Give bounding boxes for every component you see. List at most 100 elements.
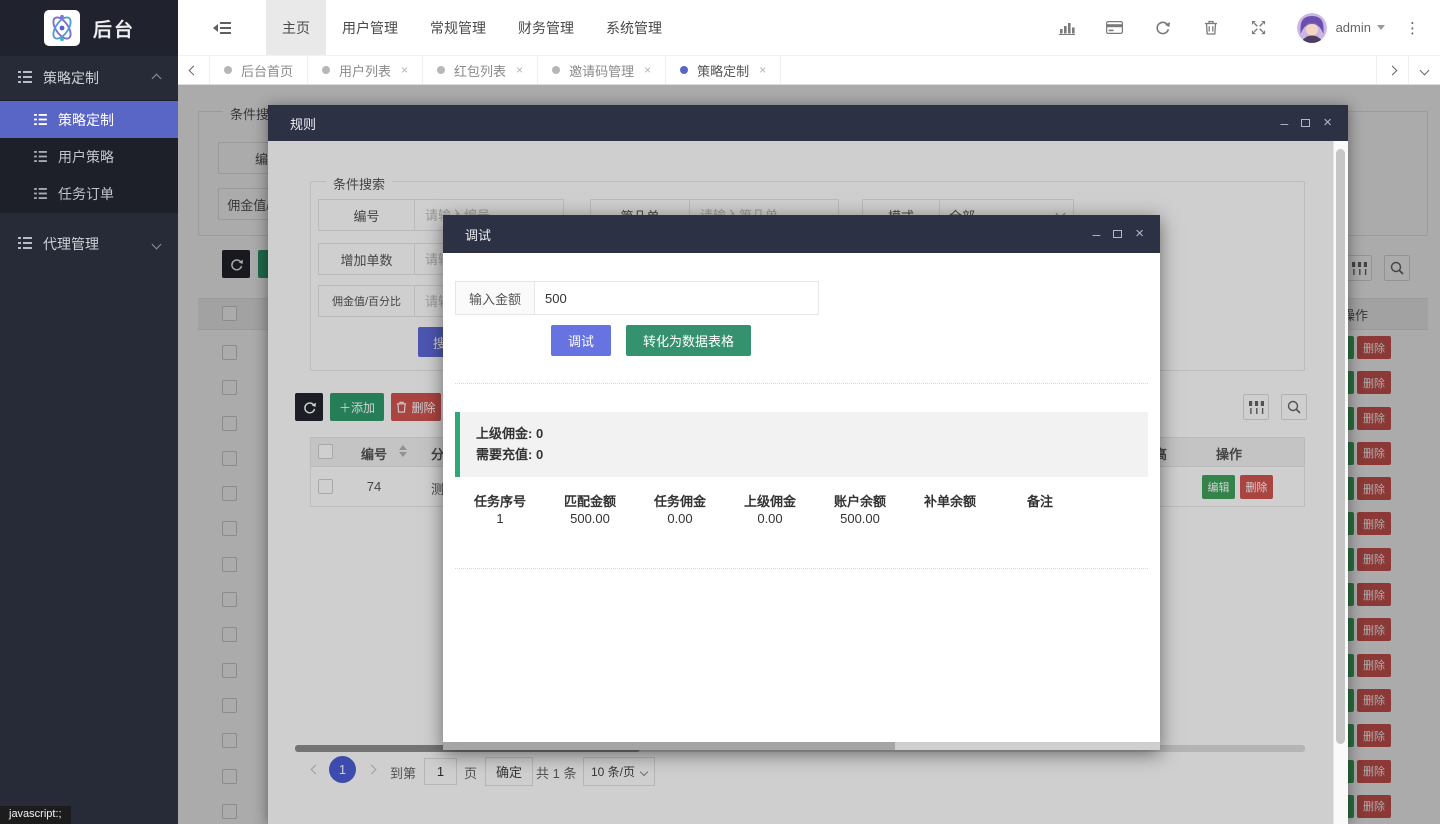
result-parent-commission: 上级佣金: 0 <box>476 423 1132 444</box>
screen: 后台 策略定制 策略定制 用户策略 任务订单 代理管理 <box>0 0 1440 824</box>
vertical-scrollbar[interactable] <box>1333 141 1348 824</box>
card-icon[interactable] <box>1091 21 1139 34</box>
debug-modal: 调试 – × 输入金额 调试 转化为数据表格 上级佣金: 0 需要充值: 0 任… <box>443 215 1160 750</box>
close-icon[interactable]: × <box>1323 117 1332 129</box>
list-icon <box>18 70 32 86</box>
tab-dot <box>437 66 445 74</box>
tab-bar: 后台首页 用户列表× 红包列表× 邀请码管理× 策略定制× <box>178 56 1440 85</box>
minimize-icon[interactable]: – <box>1092 229 1100 239</box>
rule-modal-titlebar[interactable]: 规则 – × <box>268 105 1348 141</box>
scrollbar-thumb[interactable] <box>443 742 895 750</box>
tabs-dropdown-button[interactable] <box>1408 56 1440 84</box>
refresh-icon[interactable] <box>1139 20 1187 35</box>
sidebar-collapse-button[interactable] <box>178 0 266 55</box>
tab-strategy-custom[interactable]: 策略定制× <box>666 56 781 84</box>
tab-user-list[interactable]: 用户列表× <box>308 56 423 84</box>
close-icon[interactable]: × <box>516 63 523 77</box>
debug-table-header-cell: 任务序号 <box>455 491 545 510</box>
list-icon <box>34 186 47 202</box>
sidebar-item-user-strategy[interactable]: 用户策略 <box>0 138 178 175</box>
sidebar-group-label: 代理管理 <box>43 234 99 254</box>
sidebar-group-strategy[interactable]: 策略定制 <box>0 56 178 100</box>
sidebar-item-label: 任务订单 <box>58 184 114 204</box>
minimize-icon[interactable]: – <box>1280 118 1288 128</box>
app-logo[interactable]: 后台 <box>0 0 178 56</box>
result-recharge-needed: 需要充值: 0 <box>476 444 1132 465</box>
convert-to-table-button[interactable]: 转化为数据表格 <box>626 325 751 356</box>
debug-table-header-cell: 上级佣金 <box>725 491 815 510</box>
debug-modal-titlebar[interactable]: 调试 – × <box>443 215 1160 253</box>
list-icon <box>34 112 47 128</box>
debug-table-cell: 1 <box>455 511 545 526</box>
app-title: 后台 <box>93 15 135 42</box>
rule-modal-title: 规则 <box>290 114 316 133</box>
sidebar-submenu: 策略定制 用户策略 任务订单 <box>0 100 178 213</box>
debug-table-cell <box>995 511 1085 526</box>
debug-table-header-row: 任务序号匹配金额任务佣金上级佣金账户余额补单余额备注 <box>455 491 1085 510</box>
amount-label: 输入金额 <box>455 281 535 315</box>
debug-table-data-row: 1500.000.000.00500.00 <box>455 511 1085 526</box>
debug-modal-title: 调试 <box>465 225 491 244</box>
username: admin <box>1336 20 1371 35</box>
top-navbar: 主页 用户管理 常规管理 财务管理 系统管理 admin ⋮ <box>178 0 1440 56</box>
tab-dot <box>680 66 688 74</box>
sidebar-group-agent[interactable]: 代理管理 <box>0 222 178 266</box>
close-icon[interactable]: × <box>644 63 651 77</box>
user-avatar[interactable] <box>1297 13 1327 43</box>
more-options-icon[interactable]: ⋮ <box>1385 19 1434 37</box>
chevron-down-icon <box>152 239 162 249</box>
debug-result-box: 上级佣金: 0 需要充值: 0 <box>455 412 1148 477</box>
maximize-icon[interactable] <box>1113 230 1122 238</box>
tab-redpacket-list[interactable]: 红包列表× <box>423 56 538 84</box>
debug-table-header-cell: 备注 <box>995 491 1085 510</box>
collapse-menu-icon <box>213 21 231 35</box>
divider <box>455 383 1148 384</box>
fullscreen-icon[interactable] <box>1235 20 1283 35</box>
debug-button[interactable]: 调试 <box>551 325 611 356</box>
tab-home[interactable]: 后台首页 <box>210 56 308 84</box>
sidebar-item-label: 用户策略 <box>58 147 114 167</box>
debug-table-cell: 500.00 <box>545 511 635 526</box>
debug-table-header-cell: 账户余额 <box>815 491 905 510</box>
tabs-scroll-right-button[interactable] <box>1376 56 1408 84</box>
top-menu-system-mgmt[interactable]: 系统管理 <box>590 0 678 55</box>
debug-table-cell <box>905 511 995 526</box>
list-icon <box>18 236 32 252</box>
top-menu-general-mgmt[interactable]: 常规管理 <box>414 0 502 55</box>
sidebar-item-task-orders[interactable]: 任务订单 <box>0 175 178 212</box>
sidebar-group-label: 策略定制 <box>43 68 99 88</box>
scrollbar-thumb[interactable] <box>1336 149 1345 744</box>
tab-dot <box>224 66 232 74</box>
debug-table-cell: 0.00 <box>725 511 815 526</box>
debug-table-cell: 500.00 <box>815 511 905 526</box>
debug-table-header-cell: 任务佣金 <box>635 491 725 510</box>
sidebar: 后台 策略定制 策略定制 用户策略 任务订单 代理管理 <box>0 0 178 824</box>
divider <box>455 568 1148 569</box>
tab-dot <box>552 66 560 74</box>
sidebar-item-strategy-custom[interactable]: 策略定制 <box>0 101 178 138</box>
close-icon[interactable]: × <box>1135 228 1144 240</box>
debug-table-cell: 0.00 <box>635 511 725 526</box>
top-menu-home[interactable]: 主页 <box>266 0 326 55</box>
logo-atom-icon <box>44 10 80 46</box>
user-menu[interactable]: admin <box>1336 20 1385 35</box>
tab-invite-code[interactable]: 邀请码管理× <box>538 56 666 84</box>
close-icon[interactable]: × <box>401 63 408 77</box>
sidebar-item-label: 策略定制 <box>58 110 114 130</box>
close-icon[interactable]: × <box>759 63 766 77</box>
link-status-tooltip: javascript:; <box>0 806 71 824</box>
maximize-icon[interactable] <box>1301 119 1310 127</box>
tabs-scroll-left-button[interactable] <box>178 56 210 84</box>
tab-dot <box>322 66 330 74</box>
chart-icon[interactable] <box>1043 21 1091 35</box>
topbar-right: admin ⋮ <box>1043 0 1440 55</box>
chevron-down-icon <box>1377 25 1385 30</box>
trash-icon[interactable] <box>1187 20 1235 35</box>
top-menu-finance-mgmt[interactable]: 财务管理 <box>502 0 590 55</box>
horizontal-scrollbar[interactable] <box>443 742 1160 750</box>
debug-table-header-cell: 补单余额 <box>905 491 995 510</box>
top-menu-user-mgmt[interactable]: 用户管理 <box>326 0 414 55</box>
chevron-up-icon <box>152 73 162 83</box>
debug-table-header-cell: 匹配金额 <box>545 491 635 510</box>
amount-input[interactable] <box>534 281 819 315</box>
